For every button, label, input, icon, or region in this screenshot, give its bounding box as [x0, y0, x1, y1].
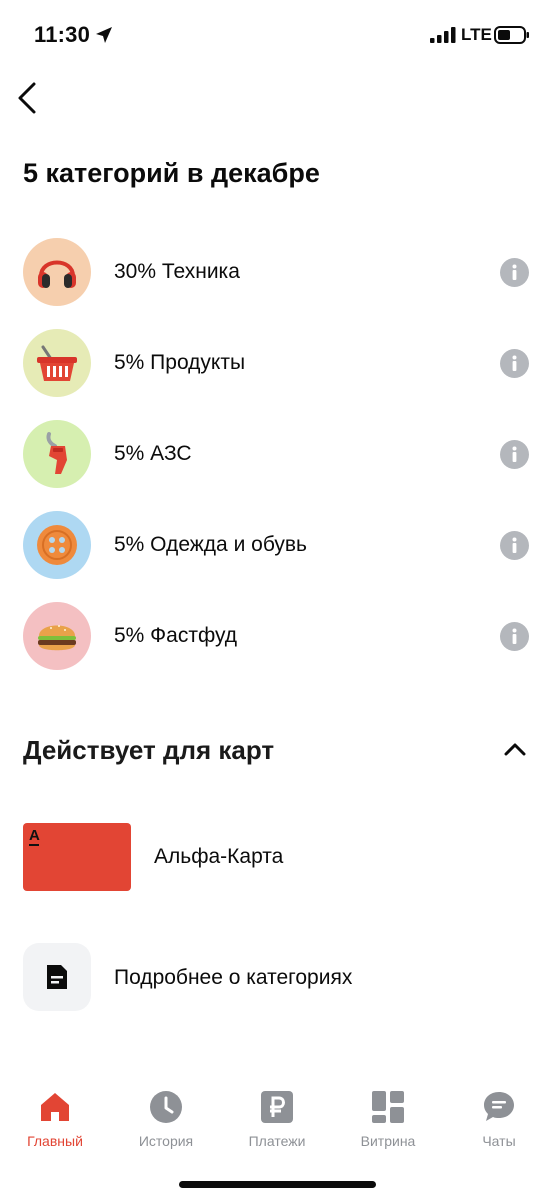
- category-icon-circle: [23, 238, 91, 306]
- info-icon[interactable]: [500, 531, 529, 560]
- category-label: 5% Одежда и обувь: [114, 533, 307, 556]
- category-label: 30% Техника: [114, 260, 240, 283]
- tab-showcase[interactable]: Витрина: [333, 1080, 443, 1152]
- chat-icon: [484, 1092, 514, 1121]
- burger-icon: [38, 625, 76, 651]
- tab-label: Главный: [27, 1133, 83, 1149]
- tab-chats[interactable]: Чаты: [444, 1080, 554, 1152]
- document-icon: [47, 965, 67, 989]
- fuel-nozzle-icon: [46, 432, 67, 474]
- status-bar: 11:30 LTE: [0, 0, 555, 70]
- category-row-groceries[interactable]: 5% Продукты: [0, 323, 555, 403]
- card-label: Альфа-Карта: [154, 845, 284, 868]
- tab-history[interactable]: История: [111, 1080, 221, 1152]
- network-type-label: LTE: [461, 25, 492, 44]
- category-row-tech[interactable]: 30% Техника: [0, 232, 555, 312]
- category-row-clothing[interactable]: 5% Одежда и обувь: [0, 505, 555, 585]
- details-label: Подробнее о категориях: [114, 966, 353, 989]
- card-thumbnail: А: [23, 823, 131, 891]
- category-icon-circle: [23, 420, 91, 488]
- cellular-signal-icon: [430, 27, 456, 43]
- alfa-logo: А: [29, 827, 40, 844]
- category-details-link[interactable]: Подробнее о категориях: [0, 940, 555, 1012]
- tab-home[interactable]: Главный: [0, 1080, 110, 1152]
- tab-bar: Главный История Платежи Витрина Чаты: [0, 1080, 555, 1160]
- category-icon-circle: [23, 329, 91, 397]
- tab-label: История: [138, 1133, 194, 1149]
- button-icon: [37, 525, 77, 565]
- tab-payments[interactable]: Платежи: [222, 1080, 332, 1152]
- clock-icon: [150, 1091, 182, 1123]
- alfa-logo-bar: [29, 844, 39, 846]
- card-item[interactable]: А Альфа-Карта: [0, 820, 555, 894]
- category-label: 5% Продукты: [114, 351, 246, 374]
- showcase-icon: [372, 1091, 404, 1123]
- home-icon: [41, 1093, 69, 1121]
- document-icon-box: [23, 943, 91, 1011]
- chevron-up-icon[interactable]: [500, 736, 530, 762]
- page-title: 5 категорий в декабре: [23, 158, 320, 188]
- ruble-icon: [261, 1091, 293, 1123]
- category-label: 5% АЗС: [114, 442, 192, 465]
- headphones-icon: [38, 260, 76, 288]
- category-row-fastfood[interactable]: 5% Фастфуд: [0, 596, 555, 676]
- home-indicator: [179, 1181, 376, 1188]
- info-icon[interactable]: [500, 258, 529, 287]
- back-button[interactable]: [14, 80, 44, 116]
- location-arrow-icon: [96, 27, 112, 43]
- category-icon-circle: [23, 602, 91, 670]
- info-icon[interactable]: [500, 440, 529, 469]
- tab-label: Витрина: [360, 1133, 416, 1149]
- tab-label: Чаты: [482, 1133, 516, 1149]
- cards-section-title: Действует для карт: [23, 735, 275, 765]
- status-time: 11:30: [34, 22, 91, 47]
- battery-icon: [494, 26, 529, 44]
- category-label: 5% Фастфуд: [114, 624, 238, 647]
- tab-label: Платежи: [248, 1133, 306, 1149]
- info-icon[interactable]: [500, 622, 529, 651]
- category-row-gas-station[interactable]: 5% АЗС: [0, 414, 555, 494]
- info-icon[interactable]: [500, 349, 529, 378]
- category-icon-circle: [23, 511, 91, 579]
- basket-icon: [37, 345, 77, 381]
